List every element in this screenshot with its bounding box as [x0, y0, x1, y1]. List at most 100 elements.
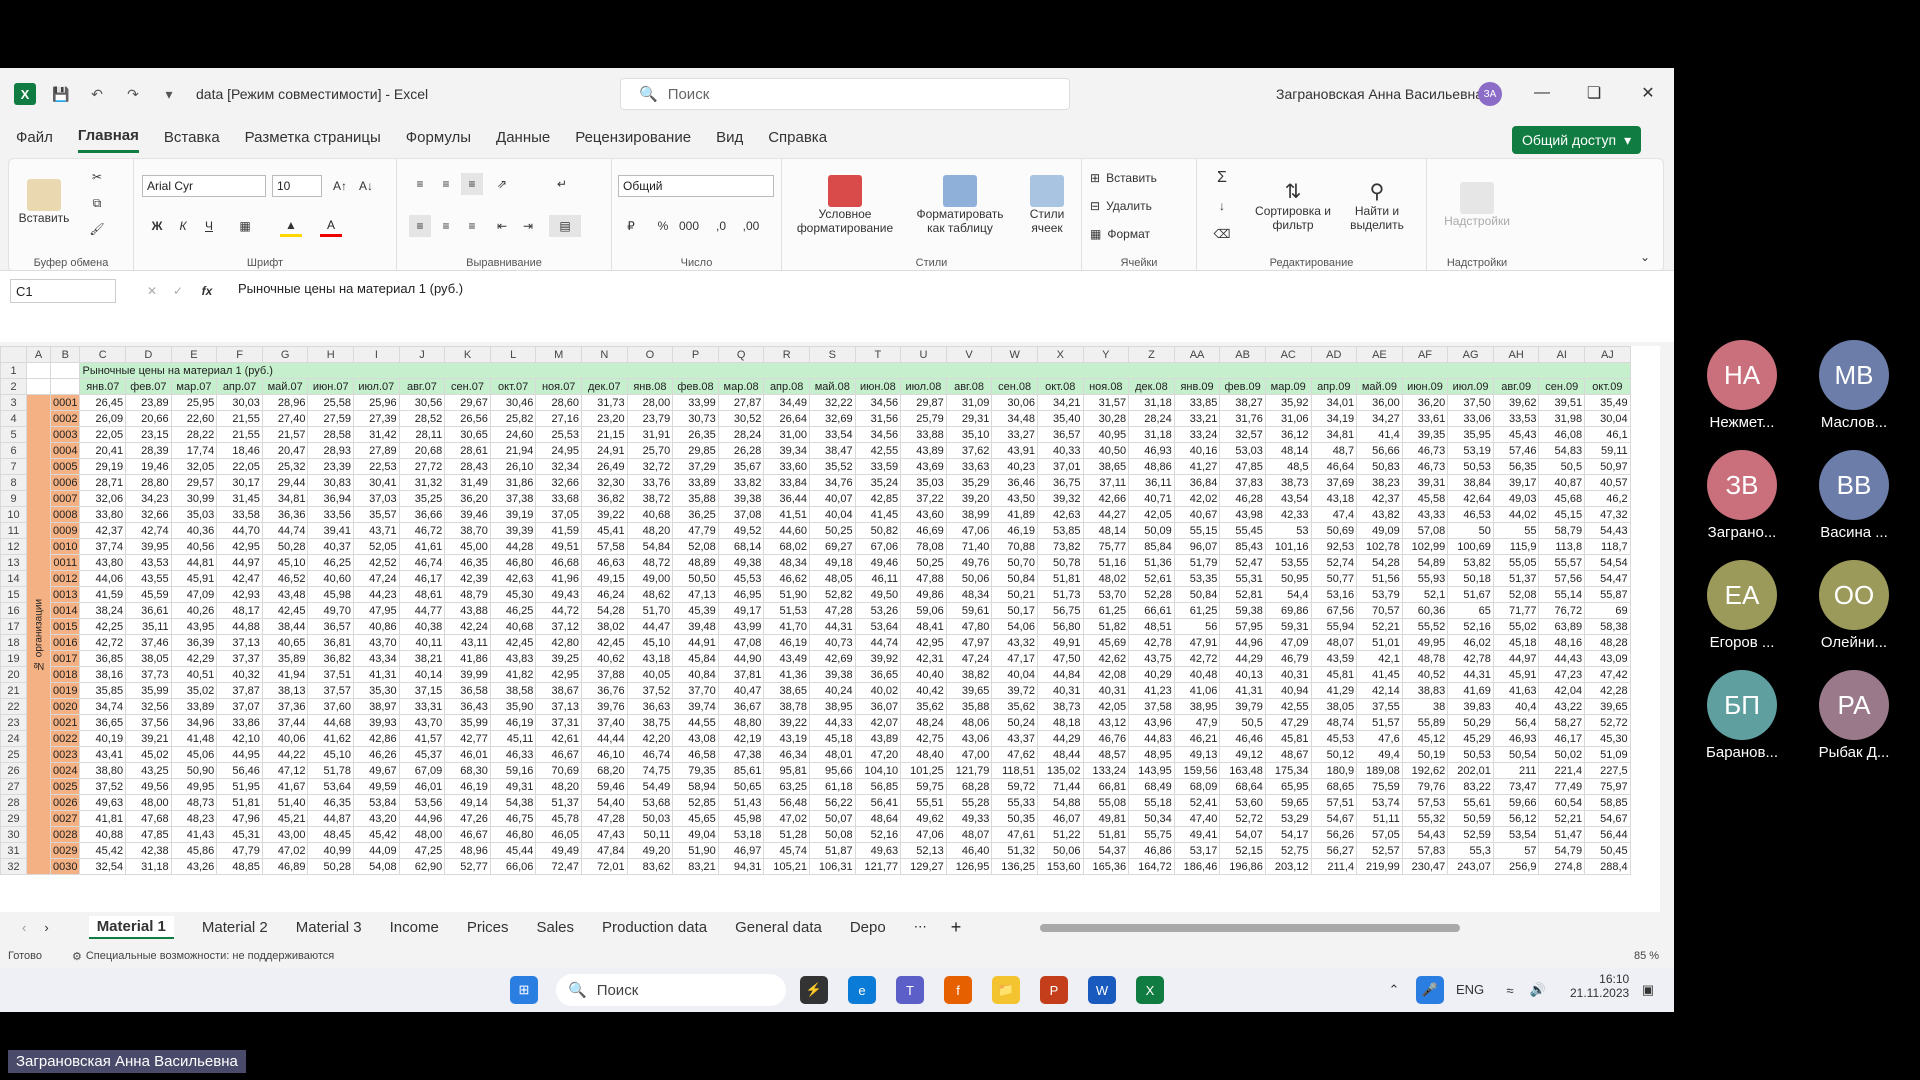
price-cell[interactable]: 27,87: [717, 394, 765, 411]
column-header[interactable]: B: [49, 346, 81, 363]
price-cell[interactable]: 163,48: [1219, 762, 1266, 779]
row-header[interactable]: 9: [0, 490, 27, 507]
column-header[interactable]: AA: [1173, 346, 1221, 363]
price-cell[interactable]: 35,30: [353, 682, 400, 699]
price-cell[interactable]: 55,18: [1128, 794, 1175, 811]
price-cell[interactable]: 219,99: [1356, 858, 1403, 875]
align-left-icon[interactable]: ≡: [409, 215, 431, 237]
align-middle-icon[interactable]: ≡: [435, 173, 457, 195]
price-cell[interactable]: 41,67: [261, 778, 309, 795]
row-header[interactable]: 19: [0, 650, 27, 667]
row-header[interactable]: 28: [0, 794, 27, 811]
microphone-icon[interactable]: 🎤: [1416, 976, 1444, 1004]
price-cell[interactable]: 35,29: [945, 474, 993, 491]
price-cell[interactable]: 46,75: [489, 810, 537, 827]
price-cell[interactable]: 44,87: [307, 810, 355, 827]
price-cell[interactable]: 42,66: [1082, 490, 1130, 507]
month-header-cell[interactable]: фев.08: [672, 378, 719, 395]
sheet-table[interactable]: A B C D E F G H I J K L M N O P Q R S T U V W X Y Z AA AB AC AD AE AF AG…: [0, 346, 1631, 875]
price-cell[interactable]: 118,51: [991, 762, 1038, 779]
price-cell[interactable]: 33,80: [79, 506, 127, 523]
price-cell[interactable]: 61,18: [808, 778, 856, 795]
price-cell[interactable]: 38,95: [808, 698, 856, 715]
month-header-cell[interactable]: апр.09: [1310, 378, 1358, 395]
price-cell[interactable]: 43,11: [444, 634, 491, 651]
price-cell[interactable]: 45,02: [125, 746, 172, 763]
price-cell[interactable]: 51,81: [1082, 826, 1130, 843]
price-cell[interactable]: 42,55: [854, 442, 902, 459]
price-cell[interactable]: 28,24: [1128, 410, 1175, 427]
price-cell[interactable]: 54,43: [1584, 522, 1631, 539]
org-code-cell[interactable]: 0003: [49, 426, 81, 443]
price-cell[interactable]: 47,24: [945, 650, 993, 667]
price-cell[interactable]: 44,97: [1492, 650, 1540, 667]
sheet-tab[interactable]: Depo: [850, 919, 886, 936]
price-cell[interactable]: 37,40: [581, 714, 628, 731]
price-cell[interactable]: 55,15: [1173, 522, 1221, 539]
price-cell[interactable]: 38,83: [1401, 682, 1449, 699]
price-cell[interactable]: 41,31: [1219, 682, 1266, 699]
price-cell[interactable]: 46,86: [1128, 842, 1175, 859]
column-header[interactable]: X: [1036, 346, 1084, 363]
org-code-cell[interactable]: 0013: [49, 586, 81, 603]
price-cell[interactable]: 47,09: [1264, 634, 1312, 651]
price-cell[interactable]: 68,20: [581, 762, 628, 779]
price-cell[interactable]: 85,84: [1128, 538, 1175, 555]
price-cell[interactable]: 40,31: [1264, 666, 1312, 683]
price-cell[interactable]: 58,79: [1538, 522, 1586, 539]
price-cell[interactable]: 49,56: [125, 778, 172, 795]
price-cell[interactable]: 47,68: [125, 810, 172, 827]
column-header[interactable]: AG: [1447, 346, 1494, 363]
price-cell[interactable]: 49,17: [717, 602, 765, 619]
price-cell[interactable]: 44,33: [808, 714, 856, 731]
redo-icon[interactable]: ↷: [122, 83, 144, 105]
price-cell[interactable]: 53,35: [1173, 570, 1221, 587]
price-cell[interactable]: 45,53: [717, 570, 765, 587]
price-cell[interactable]: 33,88: [900, 426, 947, 443]
row-header[interactable]: 31: [0, 842, 27, 859]
price-cell[interactable]: 40,51: [170, 666, 218, 683]
price-cell[interactable]: 41,61: [398, 538, 446, 555]
price-cell[interactable]: 42,95: [535, 666, 583, 683]
price-cell[interactable]: 46,01: [444, 746, 491, 763]
price-cell[interactable]: 243,07: [1447, 858, 1494, 875]
price-cell[interactable]: 143,95: [1128, 762, 1175, 779]
price-cell[interactable]: 36,39: [170, 634, 218, 651]
price-cell[interactable]: 36,57: [307, 618, 355, 635]
price-cell[interactable]: 44,28: [489, 538, 537, 555]
price-cell[interactable]: 39,22: [581, 506, 628, 523]
price-cell[interactable]: 227,5: [1584, 762, 1631, 779]
price-cell[interactable]: 50,25: [808, 522, 856, 539]
price-cell[interactable]: 38,02: [581, 618, 628, 635]
price-cell[interactable]: 45,39: [672, 602, 719, 619]
insert-function-icon[interactable]: fx: [196, 281, 218, 301]
price-cell[interactable]: 45,06: [170, 746, 218, 763]
price-cell[interactable]: 49,38: [717, 554, 765, 571]
format-painter-icon[interactable]: 🖌: [87, 219, 107, 239]
align-right-icon[interactable]: ≡: [461, 215, 483, 237]
price-cell[interactable]: 54,83: [1538, 442, 1586, 459]
price-cell[interactable]: 50,53: [1447, 458, 1494, 475]
price-cell[interactable]: 37,13: [535, 698, 583, 715]
copy-icon[interactable]: ⧉: [87, 193, 107, 213]
price-cell[interactable]: 41,43: [170, 826, 218, 843]
price-cell[interactable]: 48,23: [170, 810, 218, 827]
price-cell[interactable]: 21,55: [216, 426, 263, 443]
column-header[interactable]: L: [489, 346, 537, 363]
price-cell[interactable]: 49,12: [1219, 746, 1266, 763]
price-cell[interactable]: 47,02: [763, 810, 810, 827]
price-cell[interactable]: 46,08: [1538, 426, 1586, 443]
price-cell[interactable]: 102,99: [1401, 538, 1449, 555]
price-cell[interactable]: 38,97: [353, 698, 400, 715]
price-cell[interactable]: 50,50: [672, 570, 719, 587]
price-cell[interactable]: 44,06: [79, 570, 127, 587]
price-cell[interactable]: 49,49: [535, 842, 583, 859]
price-cell[interactable]: 46,2: [1584, 490, 1631, 507]
price-cell[interactable]: 48,18: [1036, 714, 1084, 731]
price-cell[interactable]: 42,77: [444, 730, 491, 747]
price-cell[interactable]: 23,20: [581, 410, 628, 427]
price-cell[interactable]: 47,85: [125, 826, 172, 843]
price-cell[interactable]: 50,12: [1310, 746, 1358, 763]
price-cell[interactable]: 51,37: [1492, 570, 1540, 587]
price-cell[interactable]: 41,57: [398, 730, 446, 747]
